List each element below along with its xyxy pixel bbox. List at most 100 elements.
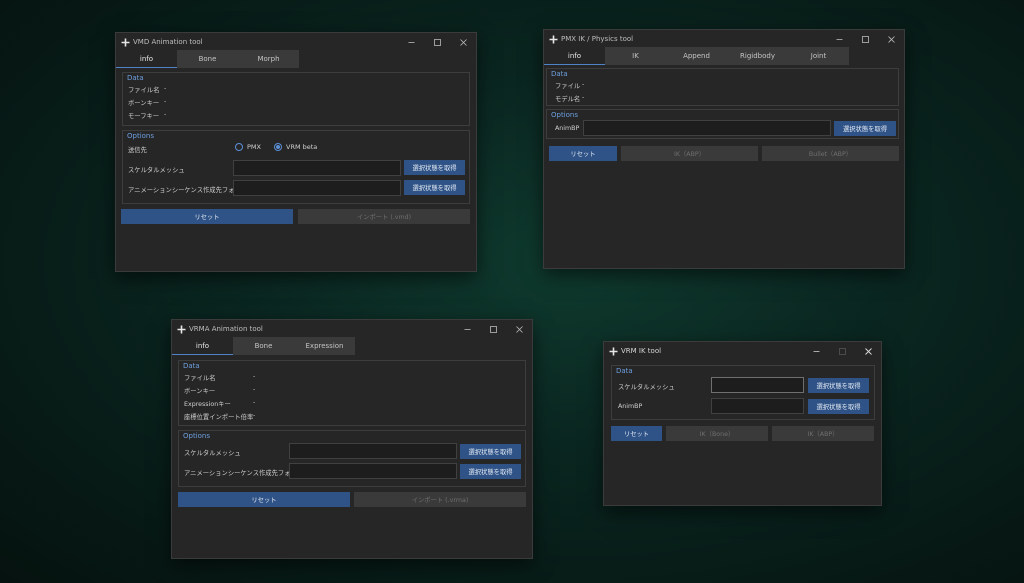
plus-icon — [548, 34, 558, 44]
tab-bar: info IK Append Rigidbody Joint — [544, 47, 849, 65]
animbp-label: AnimBP — [555, 125, 580, 132]
folder-label: アニメーションシーケンス作成先フォルダ — [128, 187, 248, 194]
group-title: Options — [127, 132, 155, 140]
ik-abp-button[interactable]: IK（ABP） — [772, 426, 874, 441]
maximize-icon[interactable] — [829, 342, 855, 360]
reset-button[interactable]: リセット — [121, 209, 293, 224]
tab-info[interactable]: info — [544, 47, 605, 65]
tab-info[interactable]: info — [172, 337, 233, 355]
get-selection-button[interactable]: 選択状態を取得 — [808, 378, 869, 393]
get-selection-button[interactable]: 選択状態を取得 — [834, 121, 896, 136]
data-label: ボーンキー — [184, 388, 216, 395]
bullet-abp-button[interactable]: Bullet（ABP） — [762, 146, 899, 161]
tab-bone[interactable]: Bone — [177, 50, 238, 68]
folder-field[interactable] — [289, 463, 457, 479]
get-selection-button[interactable]: 選択状態を取得 — [404, 160, 465, 175]
maximize-icon[interactable] — [480, 320, 506, 338]
close-icon[interactable] — [878, 30, 904, 48]
close-icon[interactable] — [855, 342, 881, 360]
reset-button[interactable]: リセット — [178, 492, 350, 507]
group-title: Data — [127, 74, 144, 82]
data-label: Expressionキー — [184, 401, 231, 408]
group-title: Data — [183, 362, 200, 370]
title-bar[interactable]: VRMA Animation tool — [172, 320, 532, 338]
options-group: Options 送信先 PMX VRM beta スケルタルメッシュ 選択状態を… — [122, 130, 470, 204]
ik-abp-button[interactable]: IK（ABP） — [621, 146, 758, 161]
skeletal-mesh-field[interactable] — [233, 160, 401, 176]
minimize-icon[interactable] — [803, 342, 829, 360]
tab-joint[interactable]: Joint — [788, 47, 849, 65]
get-selection-button[interactable]: 選択状態を取得 — [460, 464, 521, 479]
animbp-field[interactable] — [583, 120, 831, 136]
tab-bar: info Bone Expression — [172, 337, 355, 355]
skeletal-label: スケルタルメッシュ — [618, 384, 675, 391]
options-group: Options AnimBP 選択状態を取得 — [546, 109, 899, 139]
ik-bone-button[interactable]: IK（Bone） — [666, 426, 768, 441]
window-title: PMX IK / Physics tool — [561, 35, 634, 43]
radio-vrm[interactable]: VRM beta — [274, 143, 317, 151]
tab-bone[interactable]: Bone — [233, 337, 294, 355]
minimize-icon[interactable] — [398, 33, 424, 51]
tab-append[interactable]: Append — [666, 47, 727, 65]
title-bar[interactable]: VRM IK tool — [604, 342, 881, 360]
skeletal-mesh-field[interactable] — [711, 377, 804, 393]
tab-expression[interactable]: Expression — [294, 337, 355, 355]
close-icon[interactable] — [506, 320, 532, 338]
title-bar[interactable]: PMX IK / Physics tool — [544, 30, 904, 48]
vmd-animation-window: VMD Animation tool info Bone Morph Data … — [115, 32, 477, 272]
data-group: Data ファイル名 - ボーンキー - Expressionキー - 座標位置… — [178, 360, 526, 426]
get-selection-button[interactable]: 選択状態を取得 — [460, 444, 521, 459]
close-icon[interactable] — [450, 33, 476, 51]
data-label: ボーンキー — [128, 100, 160, 107]
data-label: ファイル — [555, 83, 581, 90]
tab-rigidbody[interactable]: Rigidbody — [727, 47, 788, 65]
import-button[interactable]: インポート (.vmd) — [298, 209, 470, 224]
minimize-icon[interactable] — [454, 320, 480, 338]
get-selection-button[interactable]: 選択状態を取得 — [404, 180, 465, 195]
title-bar[interactable]: VMD Animation tool — [116, 33, 476, 51]
window-title: VRMA Animation tool — [189, 325, 263, 333]
radio-label: PMX — [247, 143, 261, 151]
data-label: モーフキー — [128, 113, 160, 120]
plus-icon — [608, 346, 618, 356]
radio-pmx[interactable]: PMX — [235, 143, 261, 151]
get-selection-button[interactable]: 選択状態を取得 — [808, 399, 869, 414]
data-value: - — [582, 81, 585, 88]
data-group: Data ファイル - モデル名 - — [546, 68, 899, 106]
reset-button[interactable]: リセット — [549, 146, 617, 161]
radio-dot — [235, 143, 243, 151]
vrm-ik-window: VRM IK tool Data スケルタルメッシュ 選択状態を取得 AnimB… — [603, 341, 882, 506]
folder-label: アニメーションシーケンス作成先フォルダ — [184, 470, 304, 477]
radio-dot — [274, 143, 282, 151]
group-title: Data — [616, 367, 633, 375]
reset-button[interactable]: リセット — [611, 426, 662, 441]
maximize-icon[interactable] — [852, 30, 878, 48]
folder-field[interactable] — [233, 180, 401, 196]
data-value: - — [253, 373, 256, 380]
group-title: Data — [551, 70, 568, 78]
data-label: ファイル名 — [128, 87, 160, 94]
tab-ik[interactable]: IK — [605, 47, 666, 65]
tab-morph[interactable]: Morph — [238, 50, 299, 68]
group-title: Options — [183, 432, 211, 440]
radio-label: VRM beta — [286, 143, 318, 151]
data-value: - — [582, 94, 585, 101]
skeletal-label: スケルタルメッシュ — [184, 450, 241, 457]
window-title: VRM IK tool — [621, 347, 662, 355]
maximize-icon[interactable] — [424, 33, 450, 51]
plus-icon — [120, 37, 130, 47]
data-value: - — [164, 85, 167, 92]
plus-icon — [176, 324, 186, 334]
data-value: - — [164, 111, 167, 118]
group-title: Options — [551, 111, 579, 119]
data-group: Data ファイル名 - ボーンキー - モーフキー - — [122, 72, 470, 126]
animbp-field[interactable] — [711, 398, 804, 414]
skeletal-mesh-field[interactable] — [289, 443, 457, 459]
tab-info[interactable]: info — [116, 50, 177, 68]
pmx-ik-physics-window: PMX IK / Physics tool info IK Append Rig… — [543, 29, 905, 269]
options-group: Options スケルタルメッシュ 選択状態を取得 アニメーションシーケンス作成… — [178, 430, 526, 487]
target-label: 送信先 — [128, 147, 147, 154]
import-button[interactable]: インポート (.vrma) — [354, 492, 526, 507]
skeletal-label: スケルタルメッシュ — [128, 167, 185, 174]
minimize-icon[interactable] — [826, 30, 852, 48]
